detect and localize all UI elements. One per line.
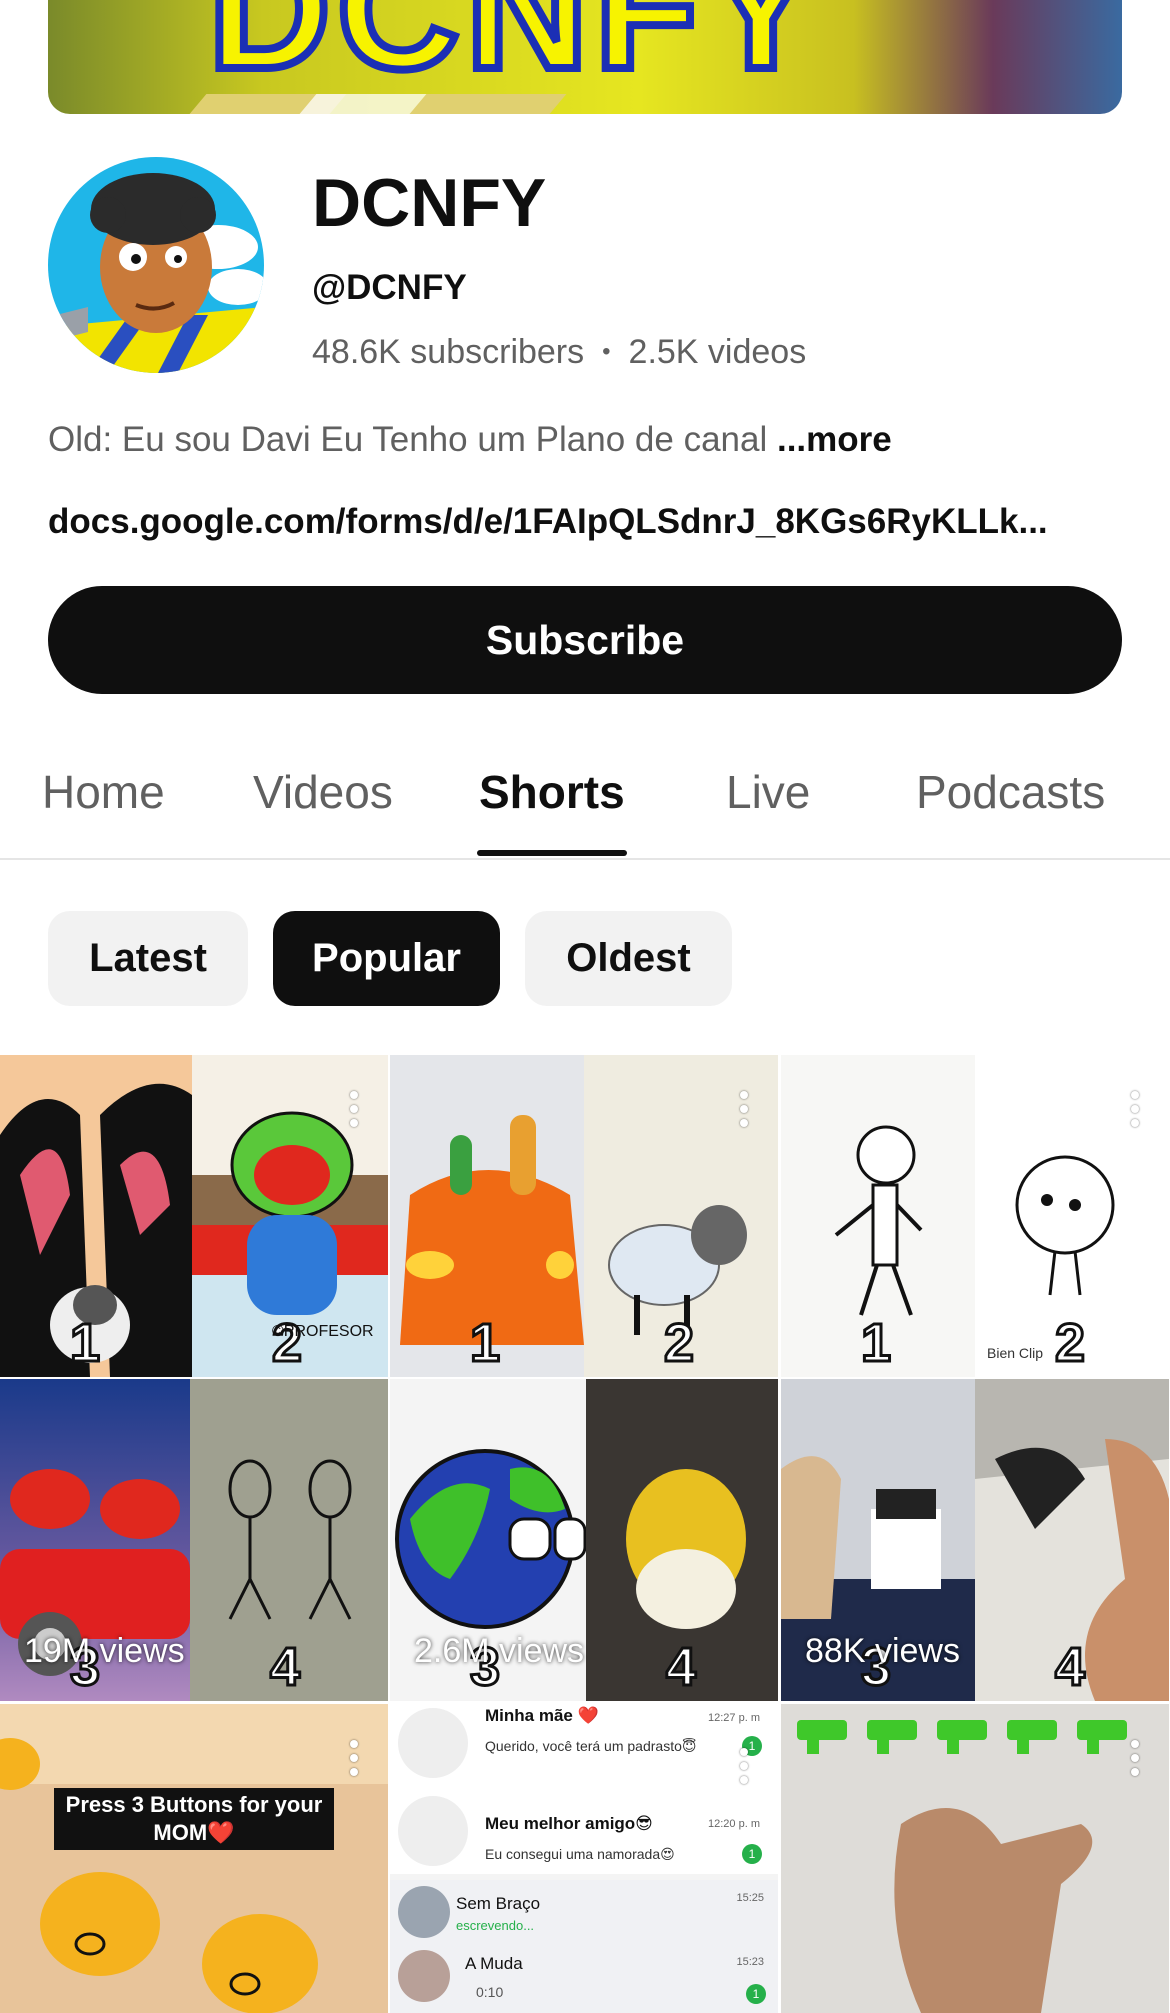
short-part-number: 1: [468, 1312, 501, 1375]
tab-home[interactable]: Home: [42, 764, 165, 820]
channel-description[interactable]: Old: Eu sou Davi Eu Tenho um Plano de ca…: [48, 418, 892, 462]
unread-badge: 1: [742, 1844, 762, 1864]
short-part-number: 2: [270, 1312, 303, 1375]
chat-time: 12:27 p. m: [708, 1712, 760, 1724]
short-thumbnail[interactable]: [781, 1704, 1169, 2013]
short-part-number: 4: [268, 1636, 301, 1699]
tab-live[interactable]: Live: [726, 764, 810, 820]
channel-name: DCNFY: [312, 165, 547, 241]
short-thumbnail[interactable]: 1 2 Bien Clip: [781, 1055, 1169, 1377]
chat-name: Meu melhor amigo😎: [485, 1814, 653, 1833]
description-text: Old: Eu sou Davi Eu Tenho um Plano de ca…: [48, 420, 768, 459]
more-options-icon[interactable]: [350, 1740, 358, 1776]
channel-link[interactable]: docs.google.com/forms/d/e/1FAIpQLSdnrJ_8…: [48, 500, 1048, 544]
short-caption: Press 3 Buttons for your MOM❤️: [54, 1788, 334, 1850]
short-part-number: 1: [68, 1312, 101, 1375]
channel-stats: 48.6K subscribers • 2.5K videos: [312, 330, 806, 374]
more-options-icon[interactable]: [1131, 1091, 1139, 1127]
tab-shorts[interactable]: Shorts: [479, 764, 625, 820]
short-part-number: 4: [664, 1636, 697, 1699]
chat-time: 15:23: [736, 1956, 764, 1968]
tab-videos[interactable]: Videos: [253, 764, 393, 820]
more-link[interactable]: ...more: [777, 420, 892, 459]
stats-separator: •: [602, 338, 611, 365]
chat-message: 0:10: [476, 1984, 504, 2000]
short-thumbnail[interactable]: 1 2 ©PROFESOR: [0, 1055, 388, 1377]
chat-message: escrevendo...: [456, 1918, 535, 1933]
channel-tabs: Home Videos Shorts Live Podcasts: [0, 740, 1170, 860]
video-count: 2.5K videos: [628, 333, 807, 371]
chat-message: Querido, você terá um padrasto😇: [485, 1738, 697, 1754]
short-thumbnail[interactable]: 3 4 88K views: [781, 1379, 1169, 1701]
chat-time: 12:20 p. m: [708, 1818, 760, 1830]
short-part-number: 1: [859, 1312, 892, 1375]
channel-handle: @DCNFY: [312, 268, 467, 307]
chat-name: Sem Braço: [456, 1894, 541, 1913]
short-thumbnail[interactable]: 1 2: [390, 1055, 778, 1377]
chat-name: A Muda: [465, 1954, 523, 1973]
banner-logo-text: DCNFY: [204, 0, 824, 109]
short-thumbnail[interactable]: 3 4 2.6M views: [390, 1379, 778, 1701]
chip-popular[interactable]: Popular: [273, 911, 500, 1006]
active-tab-indicator: [477, 850, 627, 856]
short-part-number: 4: [1053, 1636, 1086, 1699]
more-options-icon[interactable]: [740, 1748, 748, 1784]
chip-latest[interactable]: Latest: [48, 911, 248, 1006]
channel-banner: DCNFY: [48, 0, 1122, 114]
short-views: 2.6M views: [414, 1632, 585, 1670]
chip-oldest[interactable]: Oldest: [525, 911, 732, 1006]
chat-message: Eu consegui uma namorada😍: [485, 1846, 675, 1862]
short-views: 88K views: [805, 1632, 960, 1670]
chat-time: 15:25: [736, 1892, 764, 1904]
thumb-watermark: Bien Clip: [987, 1345, 1044, 1361]
more-options-icon[interactable]: [740, 1091, 748, 1127]
short-views: 19M views: [24, 1632, 185, 1670]
subscriber-count: 48.6K subscribers: [312, 333, 585, 371]
subscribe-button[interactable]: Subscribe: [48, 586, 1122, 694]
short-thumbnail[interactable]: 3 4 19M views: [0, 1379, 388, 1701]
tab-podcasts[interactable]: Podcasts: [916, 764, 1105, 820]
short-thumbnail[interactable]: Minha mãe ❤️ Querido, você terá um padra…: [390, 1704, 778, 2013]
unread-badge: 1: [746, 1984, 766, 2004]
chat-name: Minha mãe ❤️: [485, 1706, 599, 1725]
short-thumbnail[interactable]: Press 3 Buttons for your MOM❤️: [0, 1704, 388, 2013]
thumb-watermark: ©PROFESOR: [272, 1323, 374, 1340]
channel-avatar[interactable]: [48, 157, 264, 373]
short-part-number: 2: [1053, 1312, 1086, 1375]
short-part-number: 2: [662, 1312, 695, 1375]
more-options-icon[interactable]: [350, 1091, 358, 1127]
more-options-icon[interactable]: [1131, 1740, 1139, 1776]
